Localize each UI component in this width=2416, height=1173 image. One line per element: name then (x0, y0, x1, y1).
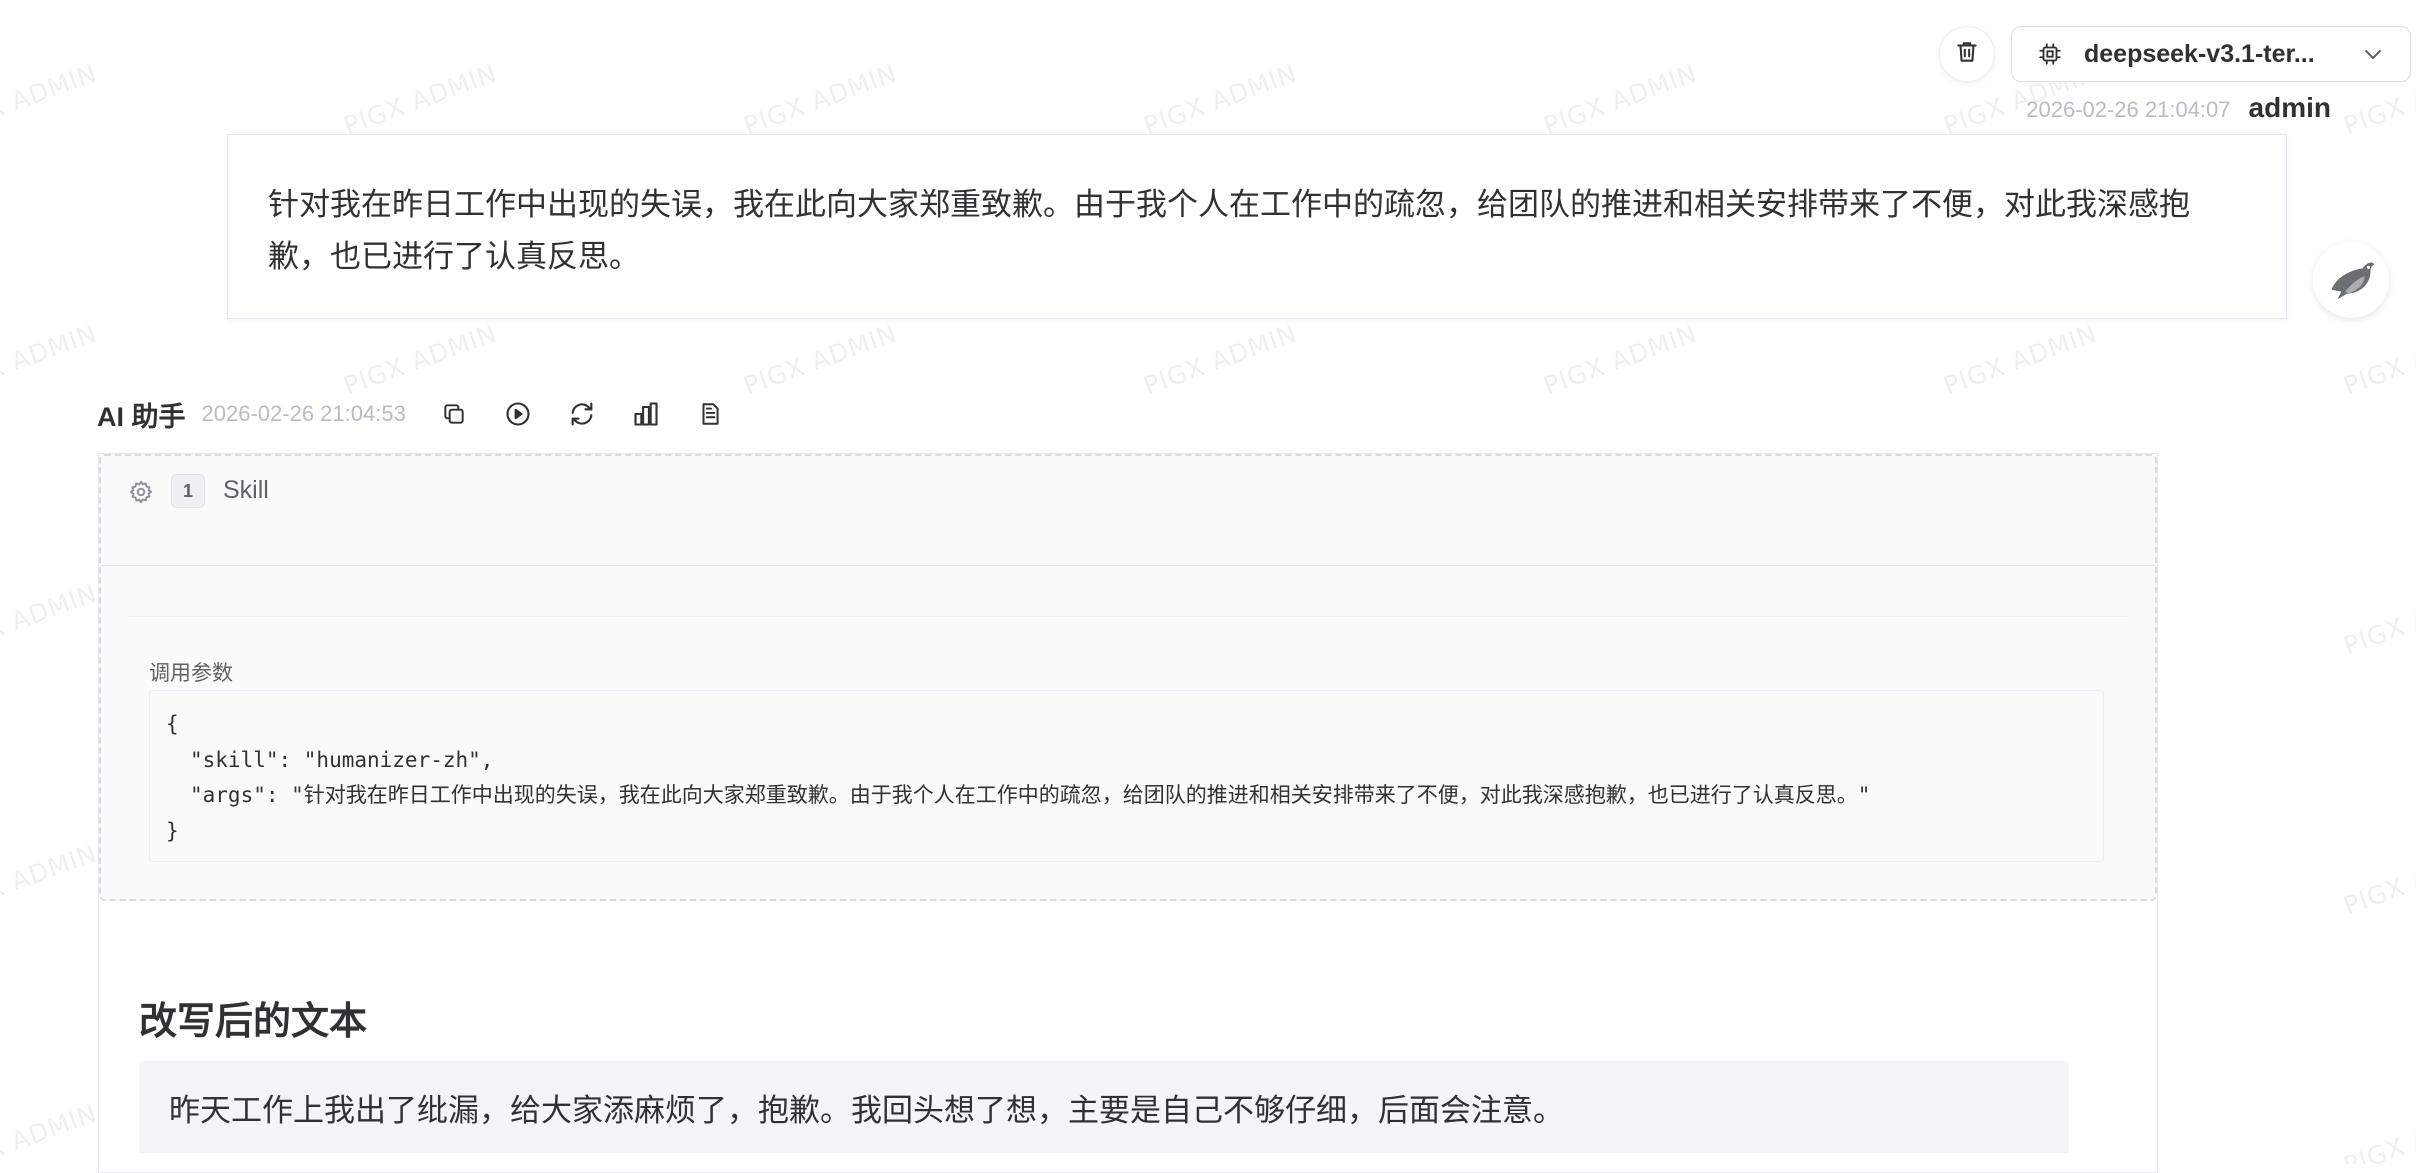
watermark-text: PIGX ADMIN (0, 58, 102, 141)
watermark-text: PIGX ADMIN (2339, 318, 2416, 401)
tool-call-title: Skill (223, 476, 269, 504)
user-message-author: admin (2248, 92, 2331, 123)
play-circle-icon[interactable] (500, 396, 536, 432)
watermark-text: PIGX ADMIN (1939, 318, 2102, 401)
user-message-bubble: 针对我在昨日工作中出现的失误，我在此向大家郑重致歉。由于我个人在工作中的疏忽，给… (227, 134, 2287, 319)
copy-icon[interactable] (436, 396, 472, 432)
gear-icon (127, 478, 155, 506)
params-code-block: { "skill": "humanizer-zh", "args": "针对我在… (149, 690, 2104, 862)
bar-chart-icon[interactable] (628, 396, 664, 432)
ai-assistant-name: AI 助手 (97, 401, 186, 432)
code-line: { (166, 712, 179, 736)
ai-message-timestamp: 2026-02-26 21:04:53 (201, 401, 406, 426)
watermark-text: PIGX ADMIN (339, 318, 502, 401)
code-line: } (166, 818, 179, 843)
regenerate-icon[interactable] (564, 396, 600, 432)
params-label: 调用参数 (149, 662, 233, 685)
bird-avatar-icon (2331, 262, 2375, 300)
tool-call-index-badge: 1 (171, 474, 205, 508)
tool-call-header[interactable]: 1 Skill (101, 456, 2155, 566)
tool-call-panel[interactable]: 1 Skill 调用参数 { "skill": "humanizer-zh", … (99, 454, 2157, 901)
ai-message-card: 1 Skill 调用参数 { "skill": "humanizer-zh", … (98, 453, 2158, 1173)
cpu-chip-icon (2036, 40, 2064, 68)
watermark-text: PIGX ADMIN (2339, 578, 2416, 661)
code-line: "skill": "humanizer-zh", (190, 747, 494, 772)
tool-call-body: 调用参数 { "skill": "humanizer-zh", "args": … (127, 616, 2129, 862)
watermark-text: PIGX ADMIN (2339, 1098, 2416, 1164)
ai-message-toolbar (436, 396, 756, 432)
user-message-timestamp: 2026-02-26 21:04:07 (2026, 97, 2231, 122)
trash-icon (1954, 39, 1980, 70)
result-heading: 改写后的文本 (139, 1001, 368, 1043)
chevron-down-icon (2360, 41, 2386, 67)
model-select-value: deepseek-v3.1-ter... (2084, 39, 2315, 68)
watermark-text: PIGX ADMIN (0, 578, 102, 661)
user-message-meta: 2026-02-26 21:04:07 admin (2026, 92, 2331, 124)
watermark-text: PIGX ADMIN (2339, 838, 2416, 921)
document-icon[interactable] (692, 396, 728, 432)
ai-message-header: AI 助手 2026-02-26 21:04:53 (97, 394, 756, 434)
delete-chat-button[interactable] (1939, 26, 1995, 82)
watermark-text: PIGX ADMIN (0, 318, 102, 401)
watermark-text: PIGX ADMIN (1539, 318, 1702, 401)
result-text-block: 昨天工作上我出了纰漏，给大家添麻烦了，抱歉。我回头想了想，主要是自己不够仔细，后… (139, 1061, 2069, 1153)
model-select[interactable]: deepseek-v3.1-ter... (2011, 26, 2411, 82)
watermark-text: PIGX ADMIN (1539, 58, 1702, 141)
watermark-text: PIGX ADMIN (739, 318, 902, 401)
user-avatar (2313, 242, 2389, 318)
watermark-text: PIGX ADMIN (1139, 318, 1302, 401)
watermark-text: PIGX ADMIN (0, 1098, 102, 1164)
watermark-text: PIGX ADMIN (739, 58, 902, 141)
code-line: "args": "针对我在昨日工作中出现的失误，我在此向大家郑重致歉。由于我个人… (190, 783, 1871, 807)
watermark-text: PIGX ADMIN (339, 58, 502, 141)
watermark-text: PIGX ADMIN (0, 838, 102, 921)
watermark-text: PIGX ADMIN (1139, 58, 1302, 141)
